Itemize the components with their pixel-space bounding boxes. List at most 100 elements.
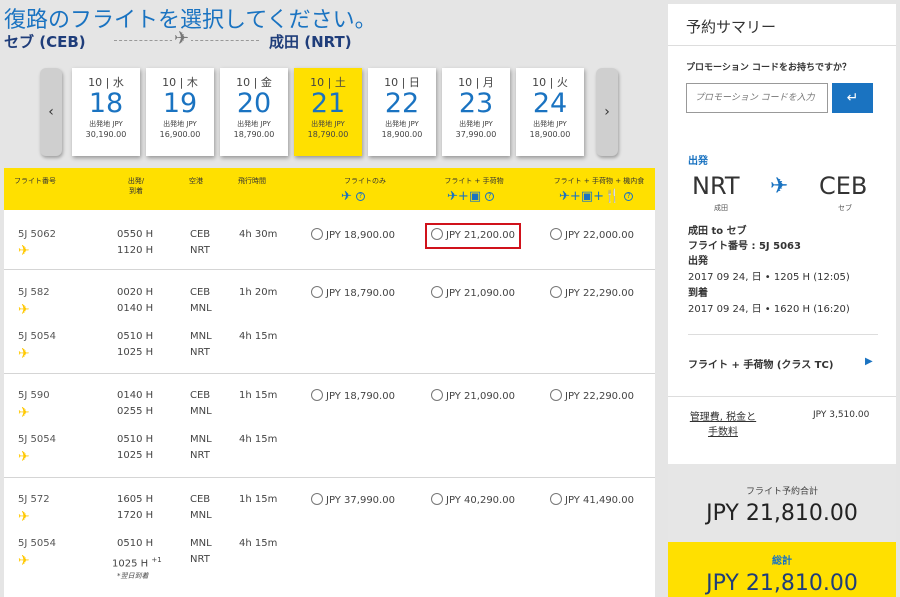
chevron-right-icon: › <box>604 104 610 120</box>
fees-link[interactable]: 管理費, 税金と手数料 <box>688 410 758 440</box>
fare-option-flight-only[interactable]: JPY 18,900.00 <box>311 228 395 243</box>
departure-time: 0510 H <box>117 434 154 445</box>
date-card[interactable]: 10 | 木 19 出発地 JPY 16,900.00 <box>146 68 214 156</box>
arrival-time: 0140 H <box>117 303 154 314</box>
flight-duration: 1h 20m <box>239 287 278 298</box>
fare-option-flight-only[interactable]: JPY 18,790.00 <box>311 389 395 404</box>
airplane-icon: ✈ <box>172 28 192 49</box>
date-card[interactable]: 10 | 金 20 出発地 JPY 18,790.00 <box>220 68 288 156</box>
date-day: 24 <box>532 88 568 119</box>
date-day: 23 <box>458 88 494 119</box>
radio-button[interactable] <box>550 286 562 298</box>
origin-airport: CEB <box>190 229 211 240</box>
date-day: 19 <box>162 88 198 119</box>
radio-button[interactable] <box>431 286 443 298</box>
date-price: 18,790.00 <box>307 130 349 139</box>
route-destination: 成田 (NRT) <box>269 33 352 51</box>
date-day: 22 <box>384 88 420 119</box>
fare-price: JPY 40,290.00 <box>446 495 515 506</box>
arrival-time: 1025 H <box>117 450 154 461</box>
departure-time: 1605 H <box>117 494 154 505</box>
promo-question: プロモーション コードをお持ちですか？ <box>686 63 851 73</box>
radio-button[interactable] <box>431 228 443 240</box>
departure-time: 0020 H <box>117 287 154 298</box>
flight-duration: 1h 15m <box>239 494 278 505</box>
destination-airport: NRT <box>190 450 210 461</box>
promo-code-input[interactable] <box>686 83 828 113</box>
prev-dates-button[interactable]: ‹ <box>40 68 62 156</box>
departure-section-label: 出発 <box>688 156 708 167</box>
flight-duration: 4h 15m <box>239 434 278 445</box>
summary-flight-number: フライト番号 : 5J 5063 <box>688 241 801 252</box>
date-from-label: 出発地 JPY <box>385 120 419 128</box>
radio-button[interactable] <box>431 389 443 401</box>
next-dates-button[interactable]: › <box>596 68 618 156</box>
header-icons-fare1: ✈? <box>341 190 365 204</box>
radio-button[interactable] <box>311 389 323 401</box>
subtotal-amount: JPY 21,810.00 <box>706 501 858 526</box>
chevron-right-icon[interactable]: ▶ <box>865 356 873 367</box>
fare-option-flight-only[interactable]: JPY 18,790.00 <box>311 286 395 301</box>
fare-price: JPY 21,200.00 <box>446 230 515 241</box>
arrival-time: 1720 H <box>117 510 154 521</box>
summary-title: 予約サマリー <box>668 4 896 46</box>
fare-class-toggle[interactable]: フライト + 手荷物 (クラス TC) <box>688 356 833 371</box>
cebu-pacific-plane-icon: ✈ <box>18 302 30 318</box>
header-dep-arr: 出発/ 到着 <box>116 176 156 196</box>
route-origin: セブ (CEB) <box>4 33 86 51</box>
summary-dep-time: 2017 09 24, 日 • 1205 H (12:05) <box>688 272 850 283</box>
fare-price: JPY 21,090.00 <box>446 391 515 402</box>
fare-option-flight-only[interactable]: JPY 37,990.00 <box>311 493 395 508</box>
radio-button[interactable] <box>311 228 323 240</box>
info-icon[interactable]: ? <box>485 192 495 201</box>
radio-button[interactable] <box>550 493 562 505</box>
total-box: 総計 JPY 21,810.00 <box>668 542 896 597</box>
date-from-label: 出発地 JPY <box>89 120 123 128</box>
info-icon[interactable]: ? <box>355 192 365 201</box>
date-card-selected[interactable]: 10 | 土 21 出発地 JPY 18,790.00 <box>294 68 362 156</box>
destination-airport: MNL <box>190 303 212 314</box>
header-flight-number: フライト番号 <box>14 177 56 185</box>
radio-button[interactable] <box>550 389 562 401</box>
date-price: 16,900.00 <box>159 130 201 139</box>
departure-time: 0510 H <box>117 538 154 549</box>
date-price: 18,790.00 <box>233 130 275 139</box>
airplane-icon: ✈ <box>770 174 789 199</box>
promo-submit-button[interactable]: ↵ <box>832 83 873 113</box>
info-icon[interactable]: ? <box>624 192 634 201</box>
radio-button[interactable] <box>311 286 323 298</box>
date-from-label: 出発地 JPY <box>311 120 345 128</box>
header-icons-fare3: ✈+▣+🍴? <box>559 189 634 204</box>
destination-airport: MNL <box>190 510 212 521</box>
divider <box>688 334 878 335</box>
fare-option-baggage-meal[interactable]: JPY 22,290.00 <box>550 286 634 301</box>
table-header: フライト番号 出発/ 到着 空港 飛行時間 フライトのみ フライト + 手荷物 … <box>4 168 655 210</box>
flight-option: 5J 5062 ✈ 0550 H 1120 H CEB NRT 4h 30m J… <box>4 210 655 270</box>
total-amount: JPY 21,810.00 <box>706 571 858 596</box>
flight-number: 5J 5054 <box>18 434 56 445</box>
date-card[interactable]: 10 | 日 22 出発地 JPY 18,900.00 <box>368 68 436 156</box>
destination-airport: NRT <box>190 245 210 256</box>
radio-button[interactable] <box>311 493 323 505</box>
airplane-icon: ✈ <box>559 189 570 204</box>
date-card[interactable]: 10 | 火 24 出発地 JPY 18,900.00 <box>516 68 584 156</box>
date-card[interactable]: 10 | 水 18 出発地 JPY 30,190.00 <box>72 68 140 156</box>
fare-option-baggage[interactable]: JPY 21,090.00 <box>431 389 515 404</box>
date-from-label: 出発地 JPY <box>237 120 271 128</box>
fare-option-baggage[interactable]: JPY 40,290.00 <box>431 493 515 508</box>
fare-option-baggage-meal[interactable]: JPY 41,490.00 <box>550 493 634 508</box>
fare-price: JPY 22,290.00 <box>565 391 634 402</box>
flight-number: 5J 5062 <box>18 229 56 240</box>
baggage-icon: ▣ <box>580 189 594 204</box>
next-day-marker: +1 <box>151 556 162 564</box>
fare-option-baggage-meal[interactable]: JPY 22,290.00 <box>550 389 634 404</box>
fare-option-baggage[interactable]: JPY 21,090.00 <box>431 286 515 301</box>
cebu-pacific-plane-icon: ✈ <box>18 243 30 259</box>
origin-airport: MNL <box>190 331 212 342</box>
summary-dep-heading: 出発 <box>688 256 708 267</box>
radio-button[interactable] <box>431 493 443 505</box>
fare-option-baggage-meal[interactable]: JPY 22,000.00 <box>550 228 634 243</box>
radio-button[interactable] <box>550 228 562 240</box>
date-card[interactable]: 10 | 月 23 出発地 JPY 37,990.00 <box>442 68 510 156</box>
fare-option-baggage[interactable]: JPY 21,200.00 <box>425 223 521 249</box>
